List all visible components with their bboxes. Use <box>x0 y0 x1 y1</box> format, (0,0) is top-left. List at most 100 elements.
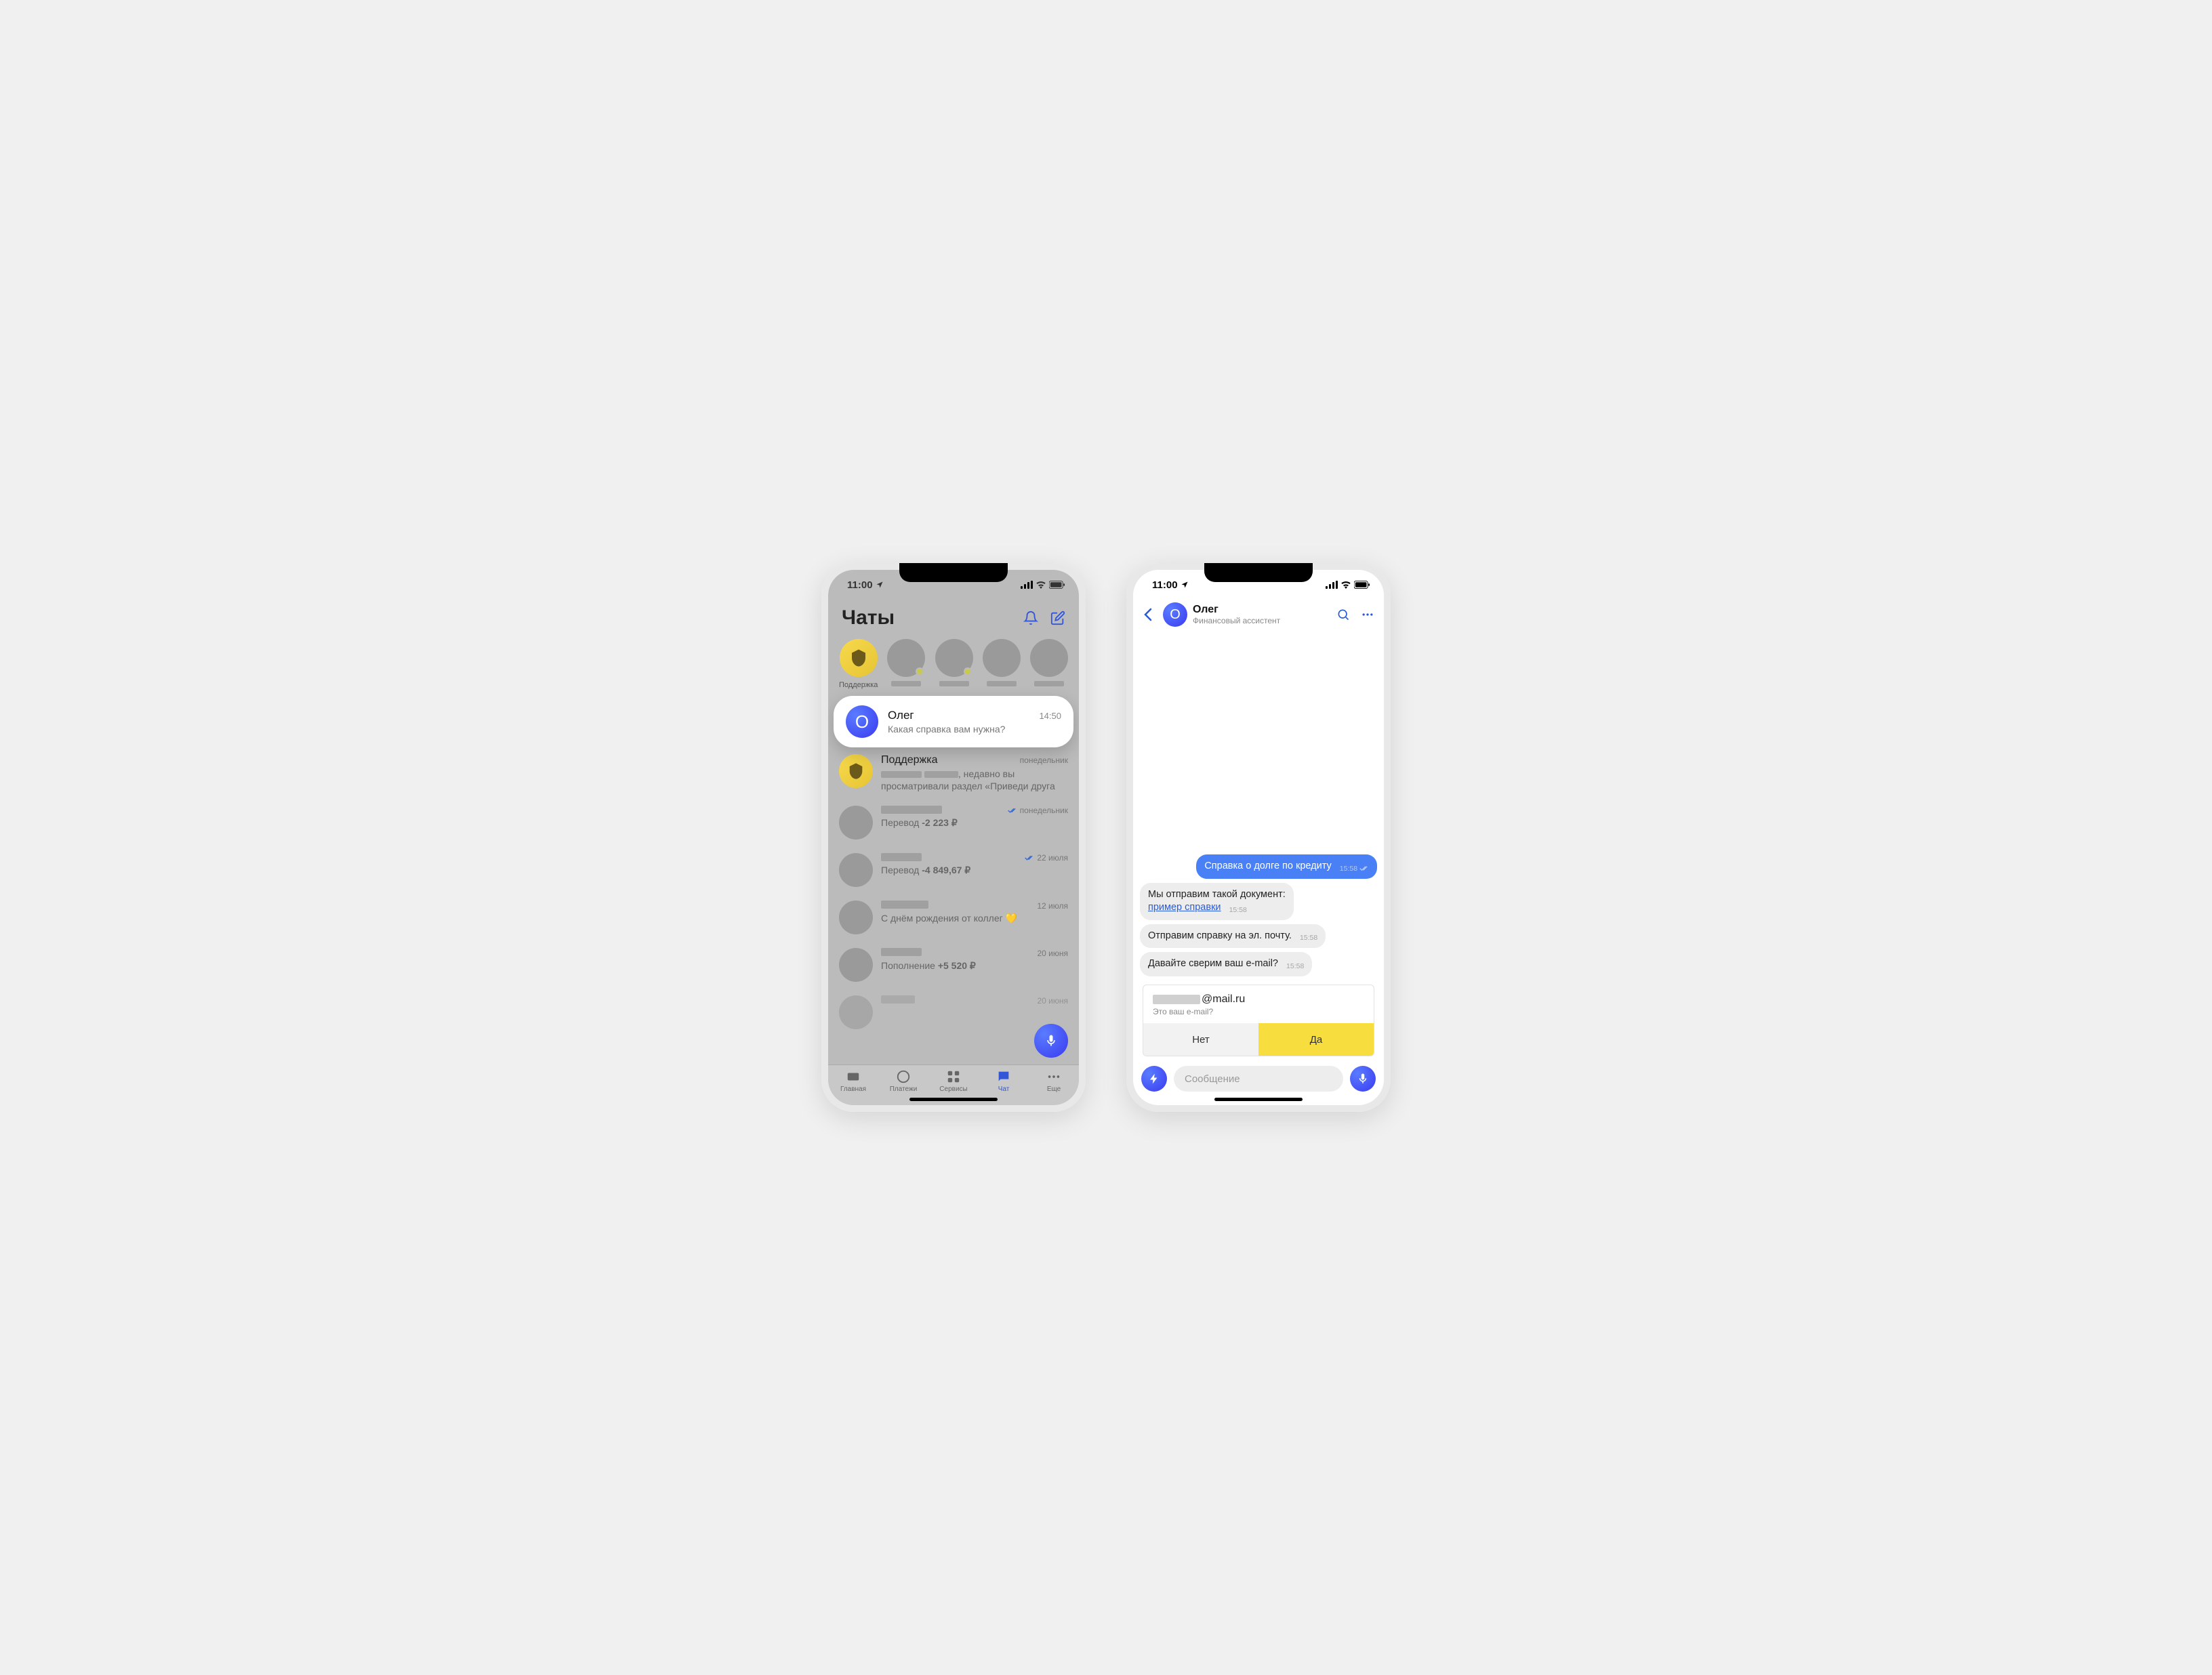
story-item[interactable] <box>935 639 973 689</box>
story-item[interactable] <box>983 639 1021 689</box>
message-input[interactable] <box>1174 1066 1343 1092</box>
tab-label: Сервисы <box>939 1085 967 1093</box>
conversation-header: О Олег Финансовый ассистент <box>1133 600 1384 634</box>
chat-preview: С днём рождения от коллег 💛 <box>881 912 1068 924</box>
signal-icon <box>1326 581 1338 589</box>
redacted-name <box>881 806 942 814</box>
chat-row[interactable]: 20 июня Пополнение +5 520 ₽ <box>828 941 1079 989</box>
phone-chats: 11:00 Чаты Поддержка <box>821 563 1086 1112</box>
conversation-body: Справка о долге по кредиту 15:58 Мы отпр… <box>1133 634 1384 1060</box>
payments-icon <box>896 1069 911 1084</box>
tab-label: Платежи <box>890 1085 918 1093</box>
message-incoming[interactable]: Мы отправим такой документ: пример справ… <box>1140 883 1294 920</box>
email-question: Это ваш e-mail? <box>1153 1007 1364 1016</box>
chat-preview: Перевод -2 223 ₽ <box>881 816 1068 829</box>
story-item[interactable] <box>887 639 925 689</box>
chat-time: 20 июня <box>1037 949 1068 958</box>
stories-row: Поддержка <box>828 639 1079 696</box>
message-text: Давайте сверим ваш e-mail? <box>1148 958 1278 969</box>
message-incoming[interactable]: Отправим справку на эл. почту. 15:58 <box>1140 924 1326 949</box>
redacted-name <box>881 901 928 909</box>
email-yes-button[interactable]: Да <box>1258 1023 1374 1056</box>
battery-icon <box>1049 581 1065 589</box>
conversation-title: Олег <box>1193 604 1331 616</box>
voice-button[interactable] <box>1350 1066 1376 1092</box>
chat-row-oleg-highlight[interactable]: О Олег 14:50 Какая справка вам нужна? <box>834 696 1073 747</box>
redacted <box>1153 995 1200 1004</box>
message-text: Отправим справку на эл. почту. <box>1148 930 1292 941</box>
home-indicator <box>1214 1098 1303 1101</box>
tab-label: Главная <box>840 1085 866 1093</box>
more-icon[interactable] <box>1361 608 1374 621</box>
chat-time: понедельник <box>1008 806 1068 815</box>
tab-chat[interactable]: Чат <box>979 1065 1029 1097</box>
mic-icon <box>1357 1073 1369 1085</box>
chats-header: Чаты <box>828 600 1079 639</box>
quick-action-button[interactable] <box>1141 1066 1167 1092</box>
chat-time: 12 июля <box>1037 901 1068 911</box>
voice-fab[interactable] <box>1034 1024 1068 1058</box>
bell-icon[interactable] <box>1023 611 1038 625</box>
story-item[interactable] <box>1030 639 1068 689</box>
chat-row[interactable]: 12 июля С днём рождения от коллег 💛 <box>828 894 1079 941</box>
location-icon <box>1181 581 1189 589</box>
chat-time: 22 июля <box>1025 853 1068 863</box>
tab-payments[interactable]: Платежи <box>878 1065 928 1097</box>
chat-row[interactable]: понедельник Перевод -2 223 ₽ <box>828 799 1079 846</box>
redacted-label <box>987 681 1017 686</box>
story-support[interactable]: Поддержка <box>839 639 878 689</box>
redacted-name <box>881 948 922 956</box>
email-no-button[interactable]: Нет <box>1143 1023 1258 1056</box>
chat-time: понедельник <box>1020 756 1068 765</box>
chat-time: 14:50 <box>1039 711 1061 721</box>
message-text: Справка о долге по кредиту <box>1204 861 1331 871</box>
message-incoming[interactable]: Давайте сверим ваш e-mail? 15:58 <box>1140 952 1312 976</box>
more-icon <box>1046 1069 1061 1084</box>
story-label: Поддержка <box>839 681 878 689</box>
back-button[interactable] <box>1139 608 1158 621</box>
chat-time: 20 июня <box>1037 996 1068 1006</box>
chevron-left-icon <box>1143 608 1153 621</box>
search-icon[interactable] <box>1336 608 1350 621</box>
chat-name: Олег <box>888 709 914 722</box>
chat-icon <box>996 1069 1011 1084</box>
email-confirm-card: @mail.ru Это ваш e-mail? Нет Да <box>1143 985 1374 1056</box>
tab-label: Еще <box>1047 1085 1061 1093</box>
message-link[interactable]: пример справки <box>1148 902 1221 913</box>
wifi-icon <box>1036 581 1046 589</box>
oleg-avatar[interactable]: О <box>1163 602 1187 627</box>
mic-icon <box>1044 1034 1058 1048</box>
chat-preview: Перевод -4 849,67 ₽ <box>881 864 1068 876</box>
chat-name: Поддержка <box>881 754 937 766</box>
tab-home[interactable]: Главная <box>828 1065 878 1097</box>
battery-icon <box>1354 581 1370 589</box>
redacted-name <box>881 853 922 861</box>
tab-services[interactable]: Сервисы <box>928 1065 979 1097</box>
email-value: @mail.ru <box>1153 993 1364 1006</box>
message-time: 15:58 <box>1340 865 1357 873</box>
chat-preview: , недавно вы просматривали раздел «Приве… <box>881 768 1068 792</box>
oleg-avatar: О <box>846 705 878 738</box>
notch <box>899 563 1008 582</box>
redacted-label <box>939 681 969 686</box>
services-icon <box>946 1069 961 1084</box>
read-checks-icon <box>1008 807 1017 814</box>
message-time: 15:58 <box>1229 906 1247 914</box>
redacted <box>924 771 958 778</box>
redacted <box>881 771 922 778</box>
conversation-subtitle: Финансовый ассистент <box>1193 616 1331 625</box>
redacted-name <box>881 995 915 1004</box>
message-text: Мы отправим такой документ: <box>1148 889 1286 900</box>
chat-preview: Какая справка вам нужна? <box>888 724 1061 735</box>
compose-icon[interactable] <box>1050 611 1065 625</box>
tab-label: Чат <box>998 1085 1010 1093</box>
chat-row[interactable]: 22 июля Перевод -4 849,67 ₽ <box>828 846 1079 894</box>
home-icon <box>846 1069 861 1084</box>
tab-more[interactable]: Еще <box>1029 1065 1079 1097</box>
redacted-label <box>891 681 921 686</box>
read-checks-icon <box>1359 865 1369 871</box>
chat-row-support[interactable]: Поддержка понедельник , недавно вы просм… <box>828 747 1079 799</box>
chat-list: Поддержка понедельник , недавно вы просм… <box>828 747 1079 1064</box>
chat-preview: Пополнение +5 520 ₽ <box>881 959 1068 972</box>
message-outgoing[interactable]: Справка о долге по кредиту 15:58 <box>1196 854 1377 879</box>
